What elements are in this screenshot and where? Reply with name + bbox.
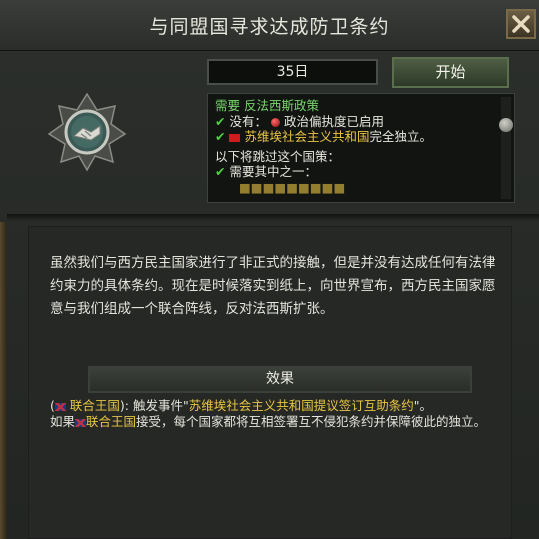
uk-flag-icon — [75, 418, 87, 427]
handshake-medal-icon — [47, 92, 127, 172]
close-icon — [512, 15, 530, 33]
requirements-panel: 需要 反法西斯政策 ✔ 没有： 政治偏执度已启用 ✔ 苏维埃社会主义共和国完全独… — [207, 93, 515, 203]
focus-duration: 35日 — [207, 59, 378, 85]
country-name[interactable]: 联合王国 — [70, 398, 120, 413]
effect-rest: 接受，每个国家都将互相签署互不侵犯条约并保障彼此的独立。 — [136, 414, 487, 429]
country-name[interactable]: 苏维埃社会主义共和国 — [244, 129, 369, 144]
effect-line: 如果 联合王国接受，每个国家都将互相签署互不侵犯条约并保障彼此的独立。 — [50, 414, 520, 430]
ussr-flag-icon — [229, 133, 241, 142]
background-strip — [0, 222, 7, 539]
effect-prefix: 如果 — [50, 414, 76, 429]
scrollbar-thumb[interactable] — [499, 118, 513, 132]
requirement-line: ✔ 需要其中之一： — [215, 164, 432, 180]
requirements-header: 需要 反法西斯政策 — [215, 98, 319, 113]
political-paranoia-icon — [270, 117, 280, 127]
cut-off-line: ■■■■■■■■■ — [239, 179, 346, 195]
effect-line: ( 联合王国): 触发事件"苏维埃社会主义共和国提议签订互助条约"。 — [50, 398, 520, 414]
effect-end: "。 — [413, 398, 432, 413]
uk-flag-icon — [54, 402, 66, 411]
effects-text: ( 联合王国): 触发事件"苏维埃社会主义共和国提议签订互助条约"。 如果 联合王… — [50, 398, 520, 430]
requirement-line: ✔ 苏维埃社会主义共和国完全独立。 — [215, 129, 432, 145]
close-button[interactable] — [506, 9, 536, 39]
requirement-prefix: 没有： — [229, 113, 267, 129]
country-name[interactable]: 联合王国 — [86, 414, 136, 429]
title-bar: 与同盟国寻求达成防卫条约 — [0, 0, 539, 51]
scrollbar-track[interactable] — [501, 97, 511, 199]
effects-header: 效果 — [88, 366, 472, 393]
skip-header: 以下将跳过这个国策： — [215, 148, 341, 164]
requirement-suffix: 完全独立。 — [369, 129, 432, 144]
requirement-value: 政治偏执度已启用 — [283, 113, 384, 129]
divider — [7, 214, 539, 222]
check-icon: ✔ — [215, 164, 226, 179]
skip-line: 需要其中之一： — [229, 164, 317, 179]
start-button[interactable]: 开始 — [392, 57, 509, 88]
window-title: 与同盟国寻求达成防卫条约 — [149, 16, 390, 38]
event-name[interactable]: 苏维埃社会主义共和国提议签订互助条约 — [189, 398, 414, 413]
requirement-line: ✔ 没有： 政治偏执度已启用 — [215, 114, 432, 130]
focus-description: 虽然我们与西方民主国家进行了非正式的接触，但是并没有达成任何有法律约束力的具体条… — [50, 255, 496, 317]
check-icon: ✔ — [215, 113, 226, 129]
effect-mid: ): 触发事件" — [119, 398, 189, 413]
check-icon: ✔ — [215, 129, 226, 144]
